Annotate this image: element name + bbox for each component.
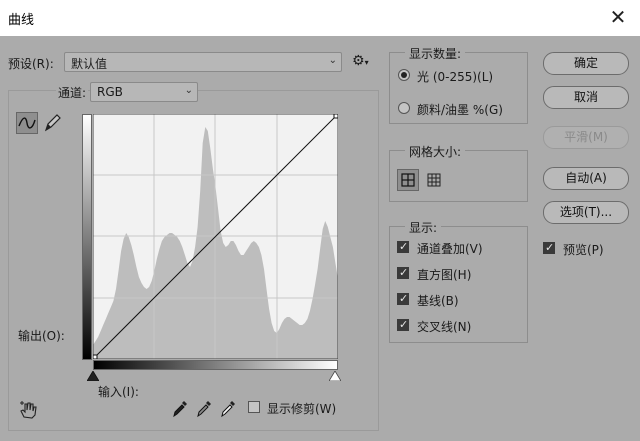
intersection-line-label: 交叉线(N) xyxy=(417,320,472,334)
ok-button[interactable]: 确定 xyxy=(543,52,629,75)
title-bar: 曲线 ✕ xyxy=(0,0,640,36)
gear-icon[interactable]: ⚙▾ xyxy=(352,53,369,69)
channel-select[interactable]: RGB ⌄ xyxy=(90,82,198,102)
baseline-checkbox[interactable] xyxy=(397,292,409,305)
curve-graph[interactable] xyxy=(92,113,339,360)
output-label: 输出(O): xyxy=(18,329,65,343)
curve-icon xyxy=(18,117,36,129)
cancel-button[interactable]: 取消 xyxy=(543,86,629,109)
options-button[interactable]: 选项(T)... xyxy=(543,201,629,224)
curve-endpoint-black[interactable] xyxy=(92,354,98,360)
curve-point-tool-button[interactable] xyxy=(16,112,38,134)
window-title: 曲线 xyxy=(8,13,35,28)
curves-dialog: 预设(R): 默认值 ⌄ ⚙▾ 通道: RGB ⌄ 输出(O): 输入(I): … xyxy=(0,36,640,441)
white-point-slider-icon[interactable] xyxy=(329,371,341,381)
preset-value: 默认值 xyxy=(71,57,108,71)
output-gradient-bar xyxy=(82,114,92,360)
preset-select[interactable]: 默认值 ⌄ xyxy=(64,52,342,72)
curve-graph-svg[interactable] xyxy=(92,113,339,360)
preview-label: 预览(P) xyxy=(563,243,604,257)
gray-eyedropper-icon[interactable] xyxy=(196,400,212,418)
detailed-grid-icon xyxy=(427,173,441,187)
channel-overlay-checkbox[interactable] xyxy=(397,240,409,253)
show-clipping-checkbox[interactable] xyxy=(248,401,260,413)
pencil-icon xyxy=(44,114,61,132)
intersection-line-checkbox[interactable] xyxy=(397,318,409,331)
pigment-radio[interactable] xyxy=(398,102,410,114)
simple-grid-icon xyxy=(401,173,415,187)
white-eyedropper-icon[interactable] xyxy=(220,400,236,418)
histogram-checkbox[interactable] xyxy=(397,266,409,279)
grid-size-title: 网格大小: xyxy=(405,143,466,160)
show-title: 显示: xyxy=(405,219,442,236)
smooth-button[interactable]: 平滑(M) xyxy=(543,126,629,149)
curve-endpoint-white[interactable] xyxy=(333,113,339,119)
display-amount-title: 显示数量: xyxy=(405,45,466,62)
show-clipping-label: 显示修剪(W) xyxy=(267,402,337,416)
auto-button[interactable]: 自动(A) xyxy=(543,167,629,190)
input-label: 输入(I): xyxy=(98,385,139,399)
channel-overlay-label: 通道叠加(V) xyxy=(417,242,483,256)
channel-value: RGB xyxy=(97,85,123,99)
chevron-down-icon: ⌄ xyxy=(328,55,337,66)
close-icon[interactable]: ✕ xyxy=(604,6,632,30)
preview-checkbox[interactable] xyxy=(543,241,555,254)
pencil-tool-button[interactable] xyxy=(42,112,62,134)
targeted-adjustment-hand-icon[interactable] xyxy=(18,400,40,420)
light-radio-label: 光 (0-255)(L) xyxy=(417,70,494,84)
black-point-slider-icon[interactable] xyxy=(87,371,99,381)
preset-label: 预设(R): xyxy=(8,57,54,71)
black-eyedropper-icon[interactable] xyxy=(172,400,188,418)
baseline-label: 基线(B) xyxy=(417,294,459,308)
chevron-down-icon: ⌄ xyxy=(184,85,193,96)
simple-grid-button[interactable] xyxy=(397,169,419,191)
light-radio[interactable] xyxy=(398,69,410,81)
channel-label: 通道: xyxy=(56,84,89,101)
detailed-grid-button[interactable] xyxy=(424,170,444,190)
input-gradient-bar xyxy=(93,360,338,370)
pigment-radio-label: 颜料/油墨 %(G) xyxy=(417,103,503,117)
histogram-label: 直方图(H) xyxy=(417,268,472,282)
